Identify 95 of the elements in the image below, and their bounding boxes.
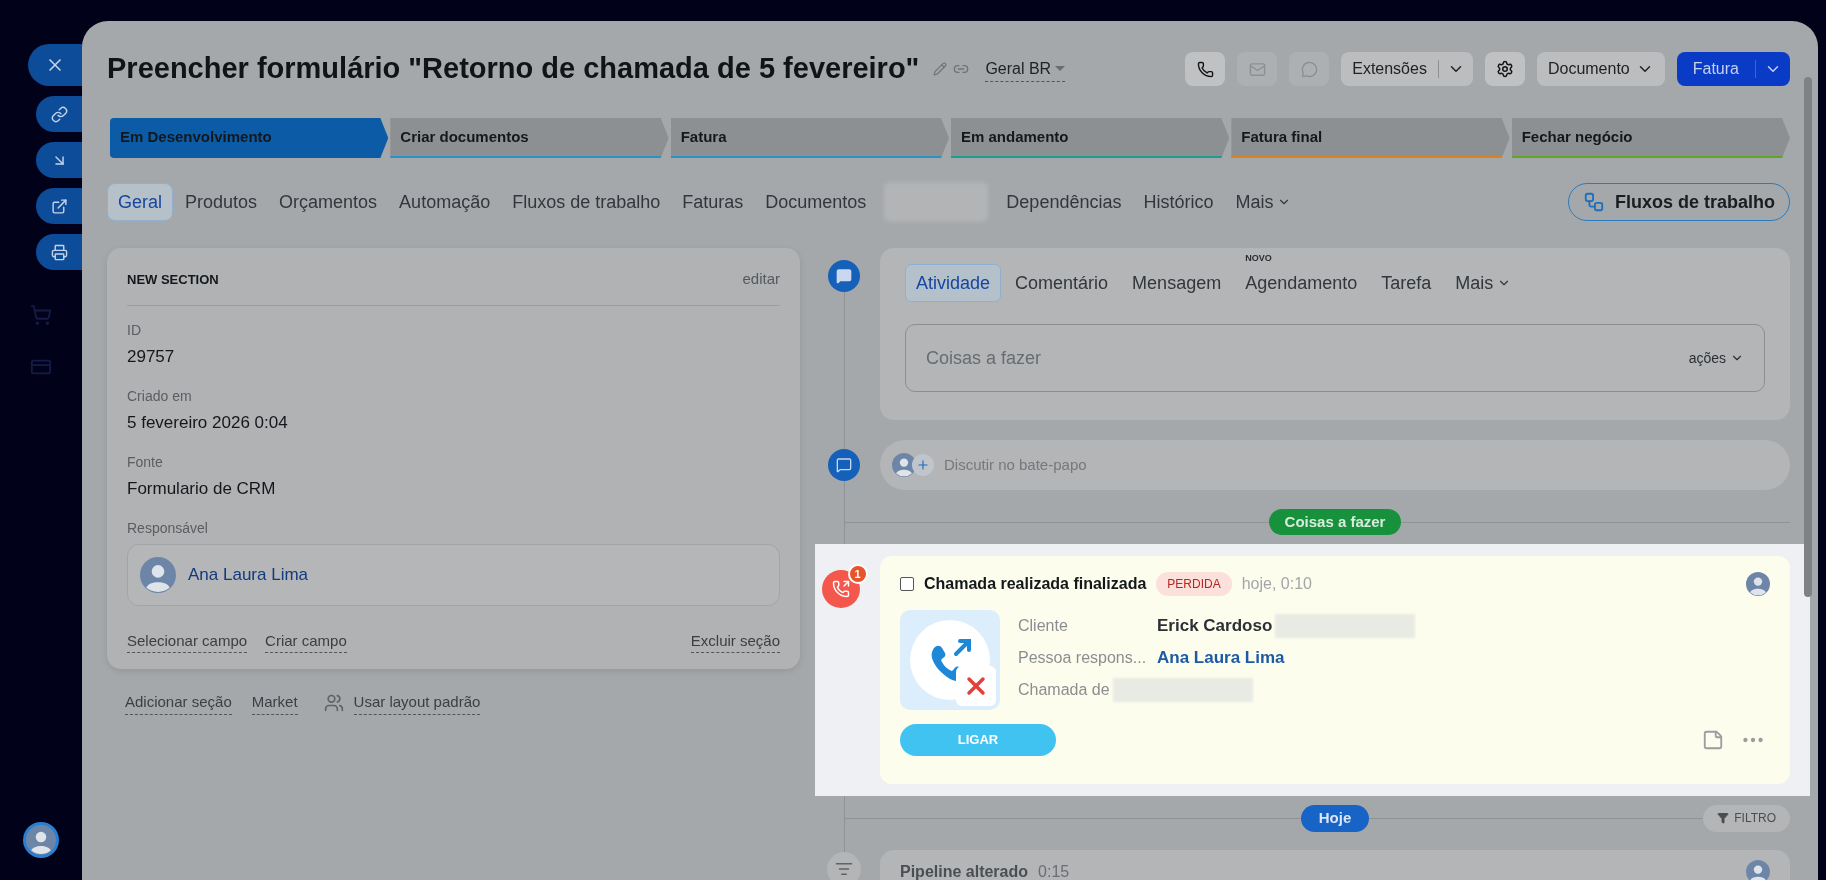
checkbox[interactable]: [900, 577, 914, 591]
field-value: Erick Cardoso: [1157, 615, 1273, 638]
call-button[interactable]: [1185, 52, 1226, 86]
scrollbar[interactable]: [1804, 77, 1812, 597]
composer-tab[interactable]: Atividade: [905, 264, 1002, 302]
pipeline-stage[interactable]: Fatura final: [1231, 118, 1510, 158]
users-icon: [323, 692, 344, 713]
field-label: Fonte: [127, 452, 164, 472]
composer-tab[interactable]: Tarefa: [1371, 264, 1442, 302]
field-value: 5 fevereiro 2026 0:04: [127, 411, 289, 434]
todo-text-input[interactable]: Coisas a fazer: [926, 344, 1689, 372]
count-badge: 1: [847, 564, 868, 584]
tab[interactable]: Produtos: [175, 183, 268, 221]
field-label: Pessoa respons...: [1018, 648, 1148, 668]
activity-time: hoje, 0:10: [1241, 574, 1312, 594]
missed-call-icon: [900, 610, 1000, 710]
category-dropdown[interactable]: Geral BR: [985, 56, 1066, 82]
field-label: Cliente: [1018, 616, 1069, 636]
avatar-image: [1746, 860, 1770, 880]
status-badge: PERDIDA: [1156, 572, 1232, 596]
filter-icon: [1717, 812, 1730, 824]
settings-icon: [1495, 60, 1514, 78]
avatar-image: [26, 825, 56, 855]
external-link-icon: [50, 197, 68, 215]
composer-tab[interactable]: Comentário: [1005, 264, 1119, 302]
mail-icon: [1248, 60, 1266, 78]
comment-node-icon: [828, 260, 860, 292]
user-avatar[interactable]: [23, 822, 59, 858]
field-value: Formulario de CRM: [127, 477, 277, 500]
user-link[interactable]: Ana Laura Lima: [1157, 645, 1285, 671]
print-button[interactable]: [36, 234, 82, 270]
document-button[interactable]: Documento: [1536, 52, 1665, 86]
tab[interactable]: Histórico: [1133, 183, 1224, 221]
caret-icon: [1055, 66, 1066, 71]
chat-input[interactable]: Discutir no bate-papo: [944, 453, 1778, 477]
history-title: Pipeline alterado: [900, 862, 1029, 880]
link-icon: [50, 105, 68, 123]
workflow-icon: [1582, 191, 1605, 213]
section-title: NEW SECTION: [127, 270, 219, 289]
tab[interactable]: Faturas: [672, 183, 754, 221]
todo-input[interactable]: Coisas a fazer ações: [905, 324, 1765, 392]
tab[interactable]: Automação: [389, 183, 501, 221]
download-button[interactable]: [36, 142, 82, 178]
avatar-image: [140, 556, 176, 593]
chat-node-icon: [828, 449, 860, 481]
field-value: 29757: [127, 345, 176, 368]
tab[interactable]: Fluxos de trabalho: [502, 183, 671, 221]
chat-icon: [1300, 60, 1318, 78]
tab[interactable]: Mais: [1225, 183, 1302, 221]
tab[interactable]: Orçamentos: [269, 183, 388, 221]
todo-label: Coisas a fazer: [1268, 509, 1402, 535]
pipeline-node-icon: [827, 852, 861, 880]
filter-button[interactable]: FILTRO: [1703, 804, 1790, 832]
activity-title: Chamada realizada finalizada: [924, 574, 1147, 594]
pipeline-stage[interactable]: Fechar negócio: [1511, 118, 1790, 158]
print-icon: [50, 243, 68, 261]
extensions-button[interactable]: Extensões: [1341, 52, 1473, 86]
invoice-button[interactable]: Fatura: [1676, 52, 1790, 86]
history-time: 0:15: [1038, 862, 1070, 880]
delete-section-link[interactable]: Excluir seção: [690, 629, 780, 653]
tab[interactable]: Documentos: [755, 183, 877, 221]
avatar-image: [892, 453, 916, 477]
tab[interactable]: Geral: [107, 183, 173, 221]
pipeline-stage[interactable]: Criar documentos: [390, 118, 669, 158]
user-link[interactable]: Ana Laura Lima: [188, 561, 309, 588]
composer-tab[interactable]: Mais: [1445, 264, 1522, 302]
phone-icon: [1196, 60, 1214, 78]
actions-dropdown[interactable]: ações: [1688, 347, 1744, 369]
field-label: Chamada de: [1018, 680, 1110, 700]
edit-link[interactable]: editar: [742, 268, 780, 291]
note-icon[interactable]: [1702, 729, 1724, 751]
tab[interactable]: Dependências: [996, 183, 1132, 221]
section-link[interactable]: Criar campo: [265, 629, 347, 653]
section-action-link[interactable]: Market: [251, 691, 298, 715]
close-button[interactable]: [28, 44, 82, 86]
new-label: NOVO: [1245, 252, 1272, 265]
today-label: Hoje: [1300, 804, 1370, 832]
field-label: Responsável: [127, 518, 209, 538]
external-link-button[interactable]: [36, 188, 82, 224]
link-button[interactable]: [36, 96, 82, 132]
field-label: Criado em: [127, 386, 193, 406]
avatar-image: [1746, 572, 1770, 596]
phone-node-icon: [821, 570, 860, 608]
composer-tab[interactable]: Mensagem: [1122, 264, 1232, 302]
field-label: ID: [127, 320, 142, 340]
plus-icon: [916, 458, 930, 472]
responsible-field[interactable]: Ana Laura Lima: [127, 543, 780, 606]
chat-field[interactable]: Discutir no bate-papo: [880, 440, 1790, 490]
page-title: Preencher formulário "Retorno de chamada de 5 fevereiro": [107, 51, 920, 87]
pipeline-stage[interactable]: Em andamento: [951, 118, 1230, 158]
settings-button[interactable]: [1484, 52, 1525, 86]
layout-link[interactable]: Usar layout padrão: [323, 691, 481, 715]
pipeline-stage[interactable]: Fatura: [670, 118, 949, 158]
section-action-link[interactable]: Adicionar seção: [125, 691, 232, 715]
section-link[interactable]: Selecionar campo: [127, 629, 248, 653]
